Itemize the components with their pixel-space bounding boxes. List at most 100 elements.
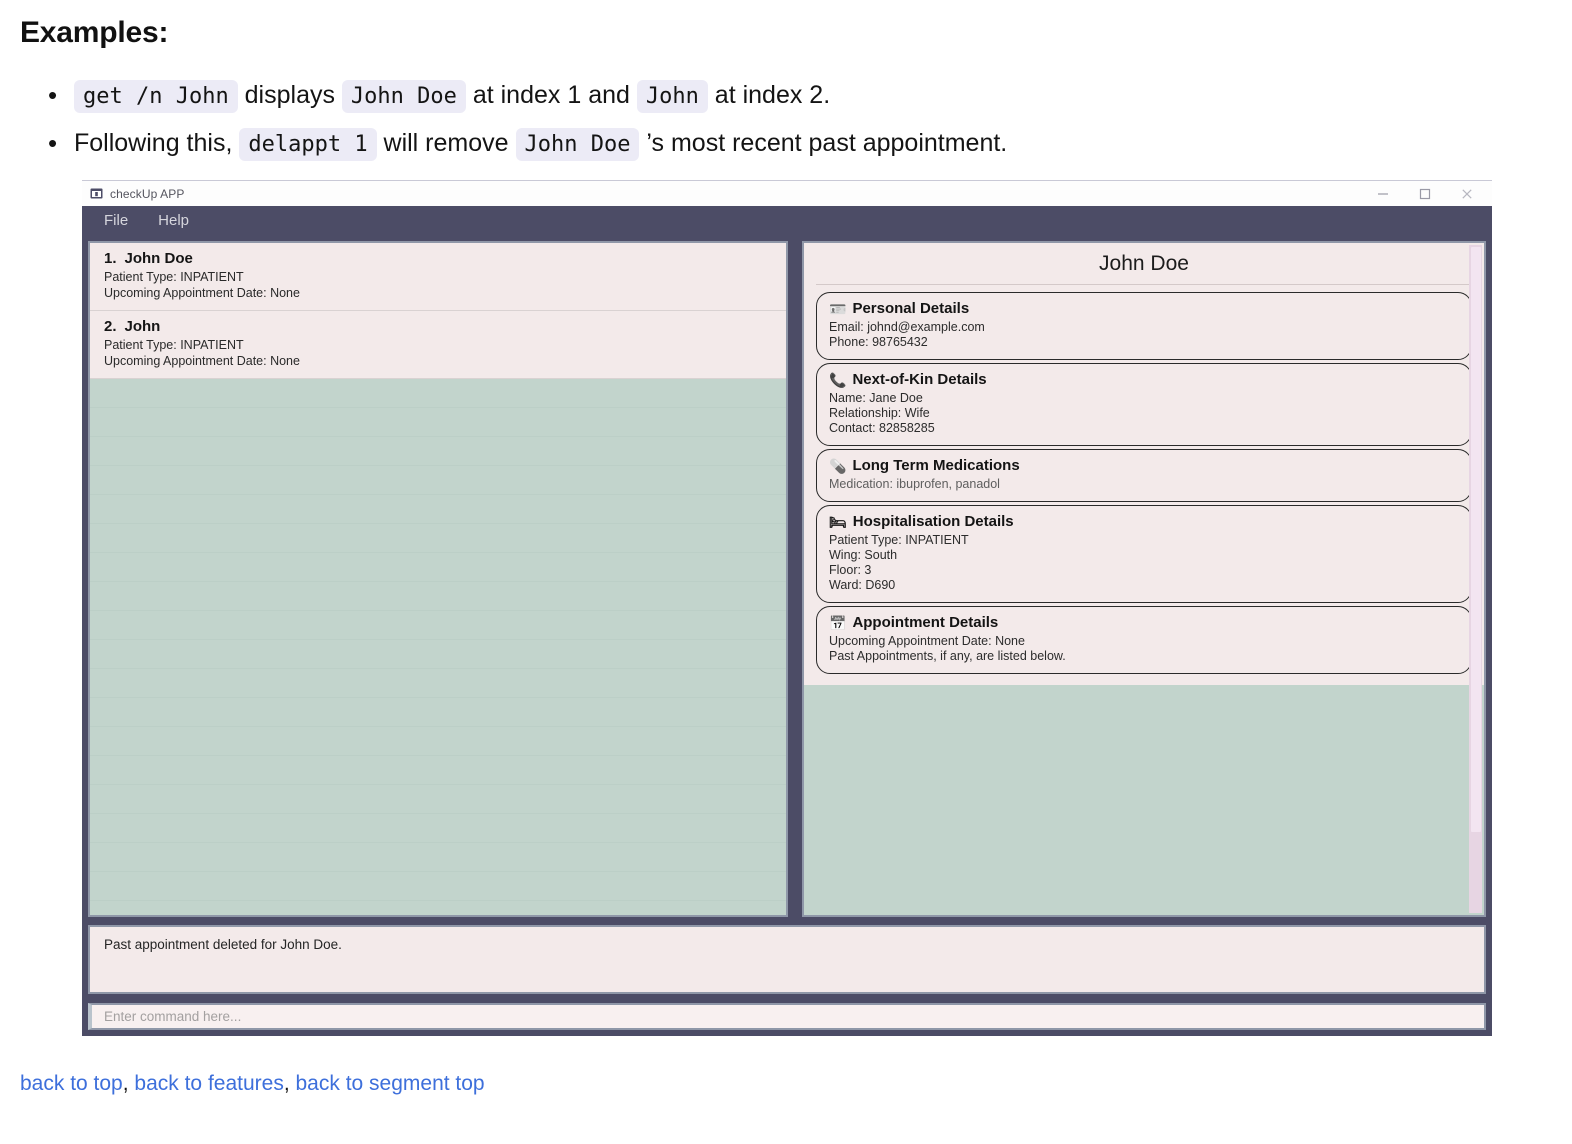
footer-sep-1: , [122,1072,135,1095]
person-index: 2. [104,318,117,335]
example-1-text-3: at index 2. [707,81,831,109]
card-heading: 📞 Next-of-Kin Details [829,371,1459,388]
app-body: 1. John Doe Patient Type: INPATIENT Upcom… [82,235,1492,1036]
minimize-icon[interactable] [1362,181,1404,206]
person-name-row: 1. John Doe [104,250,772,267]
card-heading: 💊 Long Term Medications [829,457,1459,474]
empty-row [90,495,786,524]
footer-sep-2: , [283,1072,296,1095]
example-2-text-1: will remove [376,129,516,157]
example-item-2: Following this, delappt 1 will remove Jo… [48,120,1552,168]
code-delappt-1: delappt 1 [239,128,377,161]
person-name: John Doe [124,250,193,267]
empty-row [90,524,786,553]
link-back-to-features[interactable]: back to features [134,1072,283,1095]
person-list-panel[interactable]: 1. John Doe Patient Type: INPATIENT Upcom… [88,241,788,917]
list-item[interactable]: 2. John Patient Type: INPATIENT Upcoming … [90,311,786,379]
footer-links: back to top, back to features, back to s… [20,1072,485,1096]
hosp-patient-type: Patient Type: INPATIENT [829,533,969,547]
detail-scrollbar-thumb[interactable] [1471,247,1481,832]
result-display-box: Past appointment deleted for John Doe. [88,925,1486,995]
medication-list: Medication: ibuprofen, panadol [829,477,1000,491]
person-patient-type: Patient Type: INPATIENT [104,270,244,284]
appt-past-note: Past Appointments, if any, are listed be… [829,649,1066,663]
card-heading-label: Appointment Details [852,614,999,631]
empty-row [90,698,786,727]
kin-relationship: Relationship: Wife [829,406,930,420]
person-upcoming-appointment: Upcoming Appointment Date: None [104,286,300,300]
empty-row [90,437,786,466]
window-title: checkUp APP [110,186,185,201]
list-item[interactable]: 1. John Doe Patient Type: INPATIENT Upcom… [90,243,786,311]
card-heading-label: Next-of-Kin Details [852,371,987,388]
app-window-icon [90,187,103,200]
code-john: John [636,80,708,113]
person-name-row: 2. John [104,318,772,335]
empty-row [90,901,786,915]
code-get-n-john: get /n John [74,80,238,113]
menu-item-help[interactable]: Help [148,209,199,232]
link-back-to-top[interactable]: back to top [20,1072,123,1095]
empty-row [90,727,786,756]
card-heading: 🛏 Hospitalisation Details [829,513,1459,530]
detail-title: John Doe [816,243,1472,285]
command-input-placeholder: Enter command here... [104,1009,242,1025]
example-1-text-2: at index 1 and [465,81,637,109]
window-controls [1362,181,1488,206]
calendar-icon: 📅 [829,614,847,631]
kin-contact: Contact: 82858285 [829,421,935,435]
empty-row [90,814,786,843]
hospital-bed-icon: 🛏 [829,513,847,530]
empty-row [90,611,786,640]
example-1-text-1: displays [237,81,342,109]
card-heading: 📅 Appointment Details [829,614,1459,631]
page-title: Examples: [20,16,169,49]
empty-row [90,872,786,901]
empty-row [90,408,786,437]
id-badge-icon: 🪪 [829,300,847,317]
window-titlebar: checkUp APP [82,181,1492,206]
card-heading-label: Personal Details [852,300,970,317]
link-back-to-segment-top[interactable]: back to segment top [296,1072,485,1095]
code-john-doe-1: John Doe [341,80,466,113]
hosp-wing: Wing: South [829,548,898,562]
example-2-text-0: Following this, [74,129,240,157]
empty-row [90,379,786,408]
result-message: Past appointment deleted for John Doe. [104,937,342,952]
appt-upcoming: Upcoming Appointment Date: None [829,634,1025,648]
card-next-of-kin-details: 📞 Next-of-Kin Details Name: Jane Doe Rel… [816,363,1472,446]
person-upcoming-appointment: Upcoming Appointment Date: None [104,354,300,368]
panes-container: 1. John Doe Patient Type: INPATIENT Upcom… [88,241,1486,917]
empty-row [90,756,786,785]
menu-bar: File Help [82,206,1492,235]
empty-row [90,553,786,582]
command-input[interactable]: Enter command here... [88,1003,1486,1030]
hosp-floor: Floor: 3 [829,563,872,577]
person-name: John [124,318,161,335]
menu-item-file[interactable]: File [94,209,138,232]
detail-content: John Doe 🪪 Personal Details Email: johnd… [804,243,1484,685]
empty-row [90,640,786,669]
pill-icon: 💊 [829,457,847,474]
example-2-text-2: ’s most recent past appointment. [639,129,1008,157]
person-patient-type: Patient Type: INPATIENT [104,338,244,352]
personal-email: Email: johnd@example.com [829,320,985,334]
maximize-icon[interactable] [1404,181,1446,206]
kin-name: Name: Jane Doe [829,391,923,405]
card-long-term-medications: 💊 Long Term Medications Medication: ibup… [816,449,1472,502]
empty-row [90,466,786,495]
hosp-ward: Ward: D690 [829,578,896,592]
empty-row [90,843,786,872]
close-icon[interactable] [1446,181,1488,206]
person-detail-panel[interactable]: John Doe 🪪 Personal Details Email: johnd… [802,241,1486,917]
example-item-1: get /n John displays John Doe at index 1… [48,72,1552,120]
detail-scrollbar[interactable] [1469,245,1482,913]
personal-phone: Phone: 98765432 [829,335,928,349]
empty-row [90,785,786,814]
examples-list: get /n John displays John Doe at index 1… [20,72,1552,168]
documentation-section: Examples: get /n John displays John Doe … [0,0,1572,168]
card-heading-label: Hospitalisation Details [852,513,1014,530]
card-heading: 🪪 Personal Details [829,300,1459,317]
app-window: checkUp APP File Help 1. John Doe Patien… [82,180,1492,1036]
code-john-doe-2: John Doe [515,128,640,161]
